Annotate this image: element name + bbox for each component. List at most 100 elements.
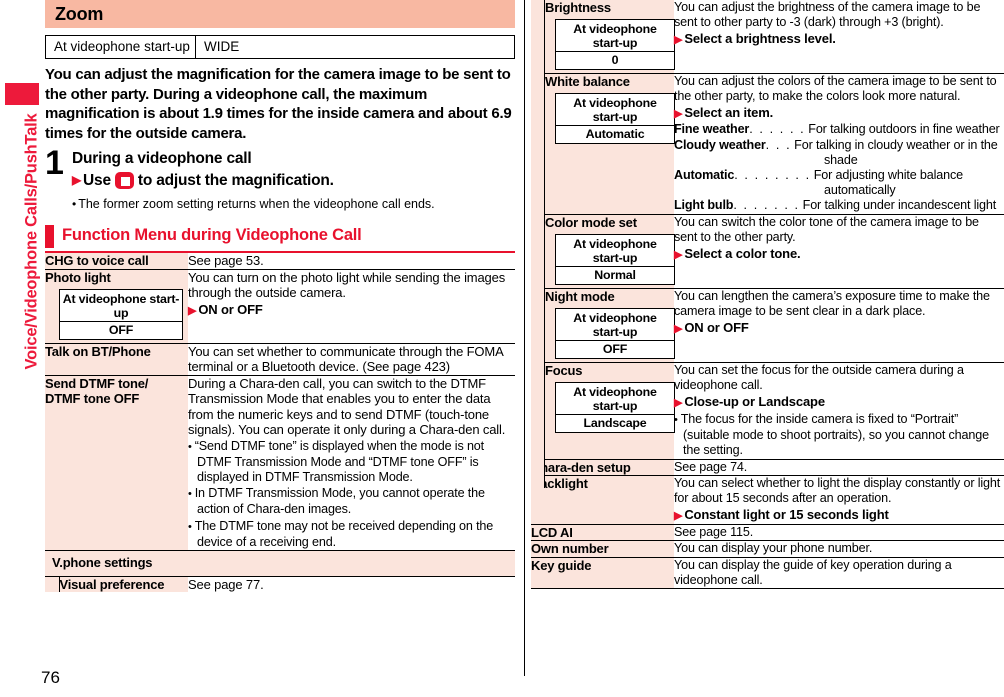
leader-row: Light bulb . . . . . . . For talking und… <box>674 198 1004 213</box>
default-value-label: At videophone start-up <box>556 94 674 126</box>
nested-row-key-cell: Visual preference <box>45 576 188 593</box>
table-row-nested: Visual preference See page 77. <box>45 576 515 593</box>
default-value-box: At videophone start-up OFF <box>555 307 675 359</box>
row-key: Color mode set <box>545 214 637 230</box>
arrow-triangle-icon: ▶ <box>188 304 197 317</box>
default-value: 0 <box>611 53 619 67</box>
row-key: Visual preference <box>59 576 188 592</box>
intro-paragraph: You can adjust the magnification for the… <box>45 66 512 142</box>
row-desc: You can select whether to light the disp… <box>674 475 1001 506</box>
table-row: Night mode At videophone start-up OFF Yo… <box>545 288 1004 363</box>
table-row: Key guide You can display the guide of k… <box>531 557 1004 590</box>
row-desc: See page 53. <box>188 253 515 270</box>
row-note: “Send DTMF tone” is displayed when the m… <box>188 439 515 486</box>
leader-row: Automatic . . . . . . . . For adjusting … <box>674 168 1004 183</box>
group-header-row: V.phone settings <box>45 550 515 577</box>
function-menu-table-right-nested: Brightness At videophone start-up 0 You … <box>545 0 1004 459</box>
row-note: The focus for the inside camera is fixed… <box>674 412 1004 459</box>
row-action: ▶ ON or OFF <box>188 302 515 319</box>
leader-row: Fine weather . . . . . . For talking out… <box>674 122 1004 137</box>
leader-key: Cloudy weather <box>674 137 766 152</box>
row-key: Chara-den setup <box>531 459 674 476</box>
default-value-box: At videophone start-up Automatic <box>555 93 675 144</box>
right-column: Brightness At videophone start-up 0 You … <box>531 0 1004 590</box>
row-action: ▶ Close-up or Landscape <box>674 394 1004 411</box>
leader-continuation: shade <box>824 152 858 167</box>
row-key-line2: DTMF tone OFF <box>45 390 140 406</box>
leader-value: For talking in cloudy weather or in the <box>794 137 998 152</box>
row-desc-cell: You can switch the color tone of the cam… <box>674 214 1004 289</box>
row-action: ▶ Constant light or 15 seconds light <box>674 507 1004 524</box>
step-line-2: ▶ Use to adjust the magnification. <box>72 169 515 192</box>
default-setting-box: At videophone start-up WIDE <box>45 35 515 59</box>
row-note: In DTMF Transmission Mode, you cannot op… <box>188 486 515 517</box>
step-block: 1 During a videophone call ▶ Use to adju… <box>45 146 515 192</box>
arrow-triangle-icon: ▶ <box>72 173 82 187</box>
section-heading-text: Function Menu during Videophone Call <box>62 226 362 244</box>
row-desc: You can display the guide of key operati… <box>674 557 1004 590</box>
row-action-text: Close-up or Landscape <box>684 394 825 410</box>
table-row: Focus At videophone start-up Landscape Y… <box>545 362 1004 459</box>
row-key: Own number <box>531 540 674 558</box>
row-action-text: ON or OFF <box>684 320 749 336</box>
leader-value: For talking outdoors in fine weather <box>808 122 1000 137</box>
section-heading-bar <box>45 225 54 248</box>
table-row: Backlight You can select whether to ligh… <box>531 475 1004 526</box>
table-row: Own number You can display your phone nu… <box>531 540 1004 558</box>
row-key: Night mode <box>545 288 615 304</box>
row-desc-cell: You can adjust the brightness of the cam… <box>674 0 1004 74</box>
dpad-key-icon <box>114 172 134 189</box>
default-value: Landscape <box>583 415 647 430</box>
row-key-cell: Send DTMF tone/ DTMF tone OFF <box>45 375 188 551</box>
leader-row: Cloudy weather . . . For talking in clou… <box>674 138 1004 153</box>
row-desc: You can adjust the brightness of the cam… <box>674 0 981 30</box>
row-key: Brightness <box>545 0 611 15</box>
leader-key: Fine weather <box>674 122 750 137</box>
row-key-cell: Focus At videophone start-up Landscape <box>545 362 675 459</box>
row-desc: See page 115. <box>674 524 1004 542</box>
group-header-cell: V.phone settings <box>45 550 515 577</box>
row-desc-cell: During a Chara-den call, you can switch … <box>188 375 515 551</box>
nesting-indent-strip <box>531 0 545 488</box>
row-action-text: Select a brightness level. <box>684 31 836 47</box>
row-desc-cell: You can lengthen the camera’s exposure t… <box>674 288 1004 363</box>
nesting-indent-strip <box>45 576 60 592</box>
row-desc: See page 77. <box>188 576 264 592</box>
row-desc: You can turn on the photo light while se… <box>188 269 506 301</box>
row-action-text: ON or OFF <box>198 301 263 317</box>
row-desc: You can set the focus for the outside ca… <box>674 362 964 392</box>
table-row: Send DTMF tone/ DTMF tone OFF During a C… <box>45 375 515 551</box>
row-desc: See page 74. <box>674 459 1004 476</box>
step-note: The former zoom setting returns when the… <box>45 196 515 212</box>
leader-continuation: automatically <box>824 183 896 198</box>
row-key-cell: Brightness At videophone start-up 0 <box>545 0 675 74</box>
default-value: OFF <box>108 322 134 337</box>
default-setting-value: WIDE <box>204 39 240 54</box>
row-desc: You can set whether to communicate throu… <box>188 343 515 376</box>
row-key-cell: Night mode At videophone start-up OFF <box>545 288 675 363</box>
row-key: Photo light <box>45 269 111 285</box>
step-line-1: During a videophone call <box>72 150 252 167</box>
row-desc: You can switch the color tone of the cam… <box>674 214 979 244</box>
default-value-label: At videophone start-up <box>556 383 674 415</box>
table-row: Chara-den setup See page 74. <box>531 459 1004 476</box>
page-title: Zoom <box>45 0 515 28</box>
row-action: ▶ ON or OFF <box>674 320 1004 337</box>
default-value: OFF <box>602 341 628 356</box>
leader-dots: . . . . . . <box>749 122 806 137</box>
default-value-label: At videophone start-up <box>556 309 674 341</box>
default-value: Automatic <box>585 127 645 141</box>
default-value-label: At videophone start-up <box>556 20 674 52</box>
left-column: Zoom At videophone start-up WIDE You can… <box>45 0 515 593</box>
step-line-2-post: to adjust the magnification. <box>137 172 334 189</box>
row-action-text: Select a color tone. <box>684 246 801 262</box>
leader-value: For talking under incandescent light <box>802 198 997 213</box>
default-value-label: At videophone start-up <box>60 290 182 322</box>
function-menu-table-left: CHG to voice call See page 53. Photo lig… <box>45 253 515 593</box>
row-key: White balance <box>545 74 630 89</box>
row-desc: You can adjust the colors of the camera … <box>674 74 997 104</box>
default-setting-key: At videophone start-up <box>46 36 196 58</box>
row-action: ▶ Select an item. <box>674 105 1004 122</box>
table-row: CHG to voice call See page 53. <box>45 253 515 270</box>
table-row: Color mode set At videophone start-up No… <box>545 214 1004 289</box>
